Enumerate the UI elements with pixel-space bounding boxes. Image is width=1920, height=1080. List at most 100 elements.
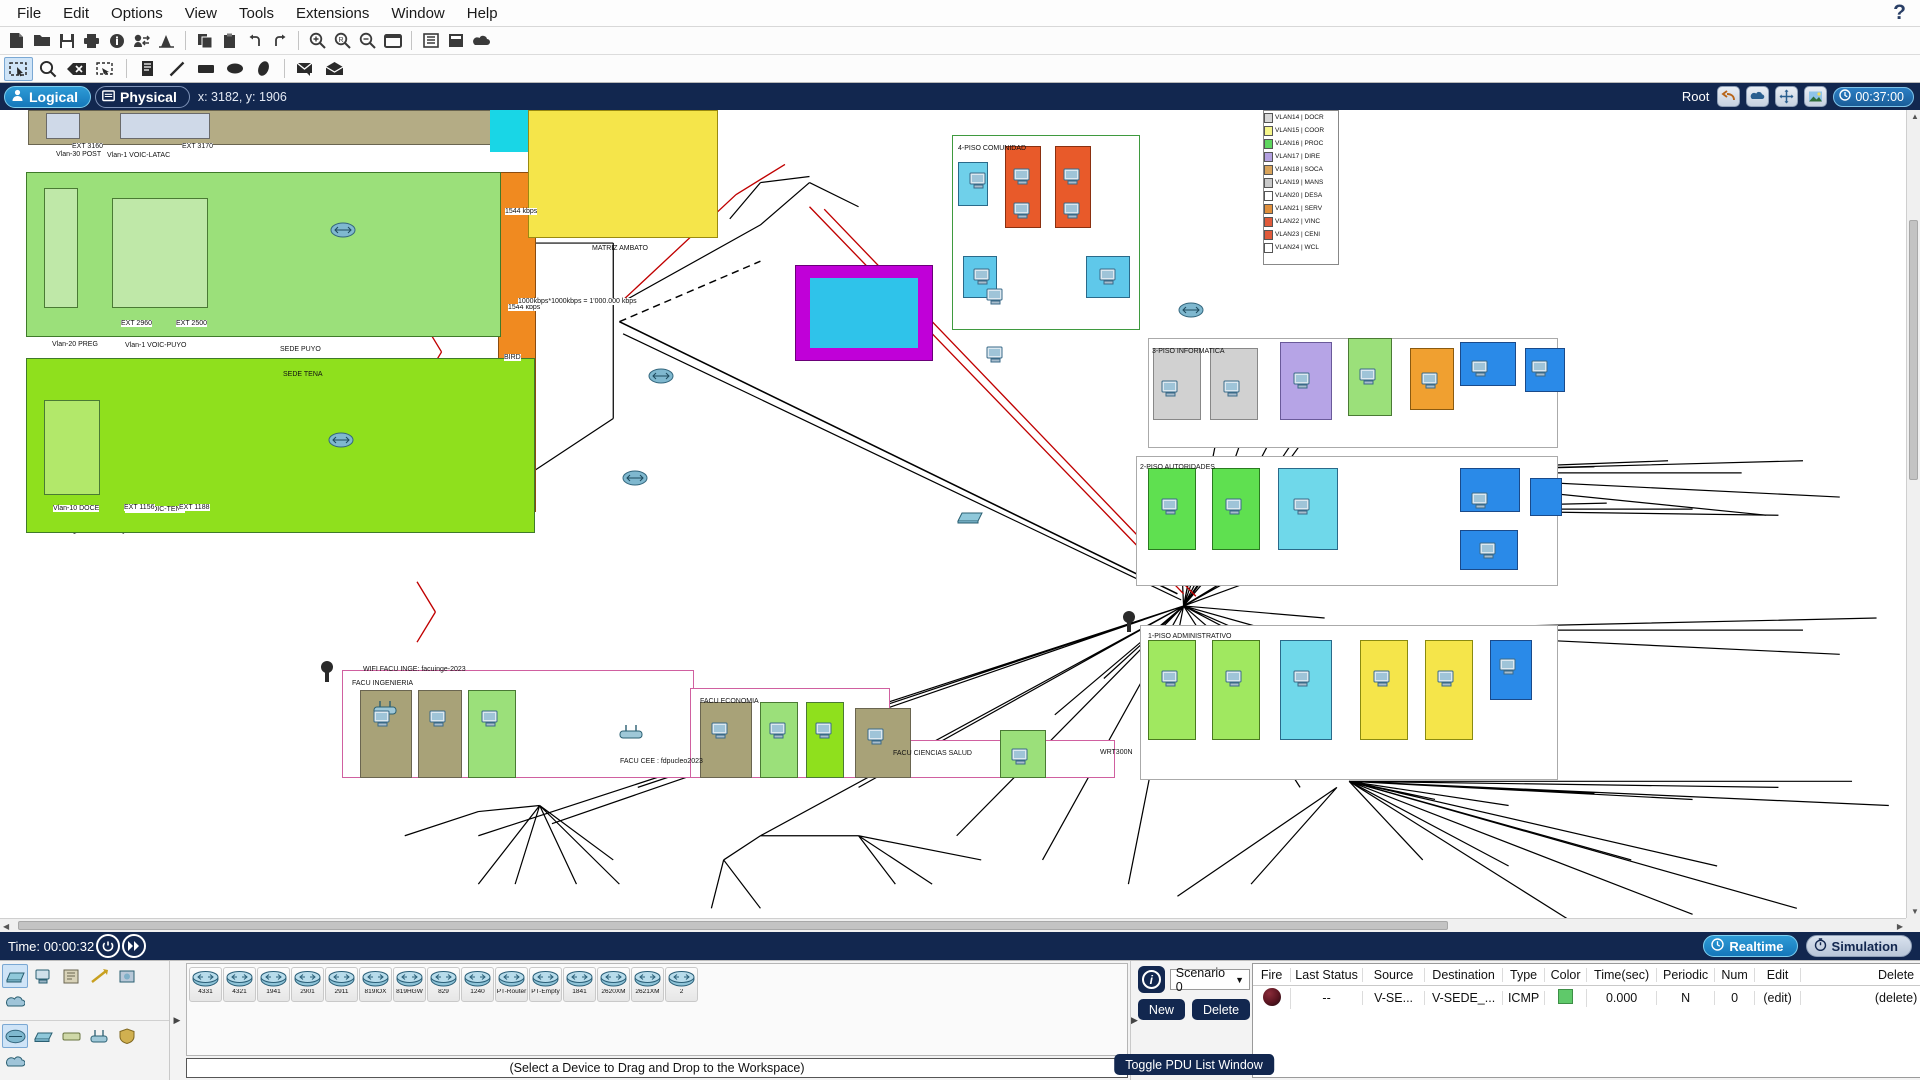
redo-icon[interactable] (267, 29, 292, 53)
device-pc[interactable] (1222, 380, 1242, 403)
palette-icon[interactable] (380, 29, 405, 53)
scroll-up-arrow[interactable]: ▲ (1911, 112, 1919, 121)
device-pc[interactable] (1010, 748, 1030, 771)
custom-devices-icon[interactable] (154, 29, 179, 53)
menu-item-tools[interactable]: Tools (228, 3, 285, 24)
device-item-2620xm[interactable]: 2620XM (597, 967, 630, 1002)
device-pc[interactable] (1530, 360, 1550, 383)
place-note-tool-icon[interactable] (133, 57, 162, 81)
scroll-down-arrow[interactable]: ▼ (1911, 907, 1919, 916)
custom-devices-dialog-icon[interactable] (418, 29, 443, 53)
device-pc[interactable] (710, 722, 730, 745)
device-item-2[interactable]: 2 (665, 967, 698, 1002)
device-item-2901[interactable]: 2901 (291, 967, 324, 1002)
device-pc[interactable] (1012, 202, 1032, 225)
device-pc[interactable] (866, 728, 886, 751)
inspect-tool-icon[interactable] (33, 57, 62, 81)
scenario-select[interactable]: Scenario 0 ▼ (1170, 969, 1250, 990)
device-item-pt-router[interactable]: PT-Router (495, 967, 528, 1002)
device-router-2811-puyo[interactable] (330, 222, 356, 243)
vertical-scroll-thumb[interactable] (1909, 220, 1918, 480)
viewport-timer[interactable]: 00:37:00 (1833, 87, 1914, 107)
device-list-expand-arrow[interactable]: ▶ (170, 961, 184, 1080)
set-tiled-background-icon[interactable] (1746, 86, 1769, 107)
device-switch-core[interactable] (955, 508, 985, 531)
print-icon[interactable] (79, 29, 104, 53)
device-router-2811-tena[interactable] (328, 432, 354, 453)
device-router-2901-lower[interactable] (622, 470, 648, 491)
container-toolbar-icon[interactable] (443, 29, 468, 53)
draw-line-tool-icon[interactable] (162, 57, 191, 81)
device-camera-ingenieria[interactable] (318, 660, 336, 687)
draw-ellipse-tool-icon[interactable] (220, 57, 249, 81)
menu-item-extensions[interactable]: Extensions (285, 3, 380, 24)
scroll-left-arrow[interactable]: ◀ (3, 922, 9, 931)
mode-simulation[interactable]: Simulation (1806, 935, 1912, 957)
select-tool-icon[interactable] (4, 57, 33, 81)
fire-pdu-icon[interactable] (1263, 988, 1281, 1006)
device-pc[interactable] (1498, 658, 1518, 681)
paste-icon[interactable] (217, 29, 242, 53)
device-item-819hgw[interactable]: 819HGW (393, 967, 426, 1002)
delete-tool-icon[interactable] (62, 57, 91, 81)
scroll-right-arrow[interactable]: ▶ (1897, 922, 1903, 931)
device-pc[interactable] (1098, 268, 1118, 291)
place-note-navbar-icon[interactable] (1804, 86, 1827, 107)
open-folder-icon[interactable] (29, 29, 54, 53)
device-item-2621xm[interactable]: 2621XM (631, 967, 664, 1002)
cloud-toolbar-icon[interactable] (468, 29, 493, 53)
device-pc[interactable] (1160, 670, 1180, 693)
device-pc[interactable] (1292, 670, 1312, 693)
device-item-pt-empty[interactable]: PT-Empty (529, 967, 562, 1002)
device-item-1941[interactable]: 1941 (257, 967, 290, 1002)
device-pc[interactable] (1160, 498, 1180, 521)
logical-workspace[interactable]: VLAN14 | DOCRVLAN15 | COORVLAN16 | PROCV… (0, 110, 1920, 932)
device-pc[interactable] (1160, 380, 1180, 403)
pdu-fire-button[interactable] (1253, 988, 1291, 1009)
security-subcategory-icon[interactable] (114, 1024, 140, 1048)
device-wireless-router-cee[interactable] (618, 722, 644, 745)
wan-emulation-subcategory-icon[interactable] (2, 1050, 28, 1074)
simple-pdu-icon[interactable] (291, 57, 320, 81)
device-router-isr4331[interactable] (1178, 302, 1204, 323)
back-navigate-icon[interactable] (1717, 86, 1740, 107)
menu-item-file[interactable]: File (6, 3, 52, 24)
topology-canvas[interactable]: VLAN14 | DOCRVLAN15 | COORVLAN16 | PROCV… (0, 110, 1906, 918)
device-pc[interactable] (1436, 670, 1456, 693)
fast-forward-time-icon[interactable] (122, 934, 146, 958)
device-pc[interactable] (968, 172, 988, 195)
workspace-vertical-scrollbar[interactable]: ▲ ▼ (1906, 110, 1920, 918)
device-pc[interactable] (1372, 670, 1392, 693)
tab-physical[interactable]: Physical (95, 86, 190, 108)
complex-pdu-icon[interactable] (320, 57, 349, 81)
device-item-1240[interactable]: 1240 (461, 967, 494, 1002)
pdu-info-icon[interactable]: i (1138, 966, 1165, 993)
multiuser-category-icon[interactable] (2, 990, 28, 1014)
device-item-4321[interactable]: 4321 (223, 967, 256, 1002)
device-router-2901-center[interactable] (648, 368, 674, 389)
pdu-cell-edit[interactable]: (edit) (1755, 991, 1801, 1005)
connections-category-icon[interactable] (86, 964, 112, 988)
device-pc[interactable] (1358, 368, 1378, 391)
horizontal-scroll-thumb[interactable] (18, 921, 1448, 930)
draw-freeform-tool-icon[interactable] (249, 57, 278, 81)
toggle-pdu-list-window-button[interactable]: Toggle PDU List Window (1114, 1054, 1274, 1075)
device-pc[interactable] (985, 288, 1005, 311)
hubs-subcategory-icon[interactable] (58, 1024, 84, 1048)
zoom-in-icon[interactable] (305, 29, 330, 53)
device-item-829[interactable]: 829 (427, 967, 460, 1002)
device-pc[interactable] (1062, 202, 1082, 225)
resize-shape-tool-icon[interactable] (91, 57, 120, 81)
device-pc[interactable] (985, 346, 1005, 369)
device-item-1841[interactable]: 1841 (563, 967, 596, 1002)
device-pc[interactable] (372, 710, 392, 733)
device-pc[interactable] (1470, 492, 1490, 515)
device-pc[interactable] (1420, 372, 1440, 395)
menu-item-edit[interactable]: Edit (52, 3, 100, 24)
undo-icon[interactable] (242, 29, 267, 53)
device-pc[interactable] (1470, 360, 1490, 383)
menu-item-help[interactable]: Help (456, 3, 509, 24)
delete-scenario-button[interactable]: Delete (1192, 999, 1250, 1020)
tab-logical[interactable]: Logical (4, 86, 91, 108)
device-pc[interactable] (1062, 168, 1082, 191)
